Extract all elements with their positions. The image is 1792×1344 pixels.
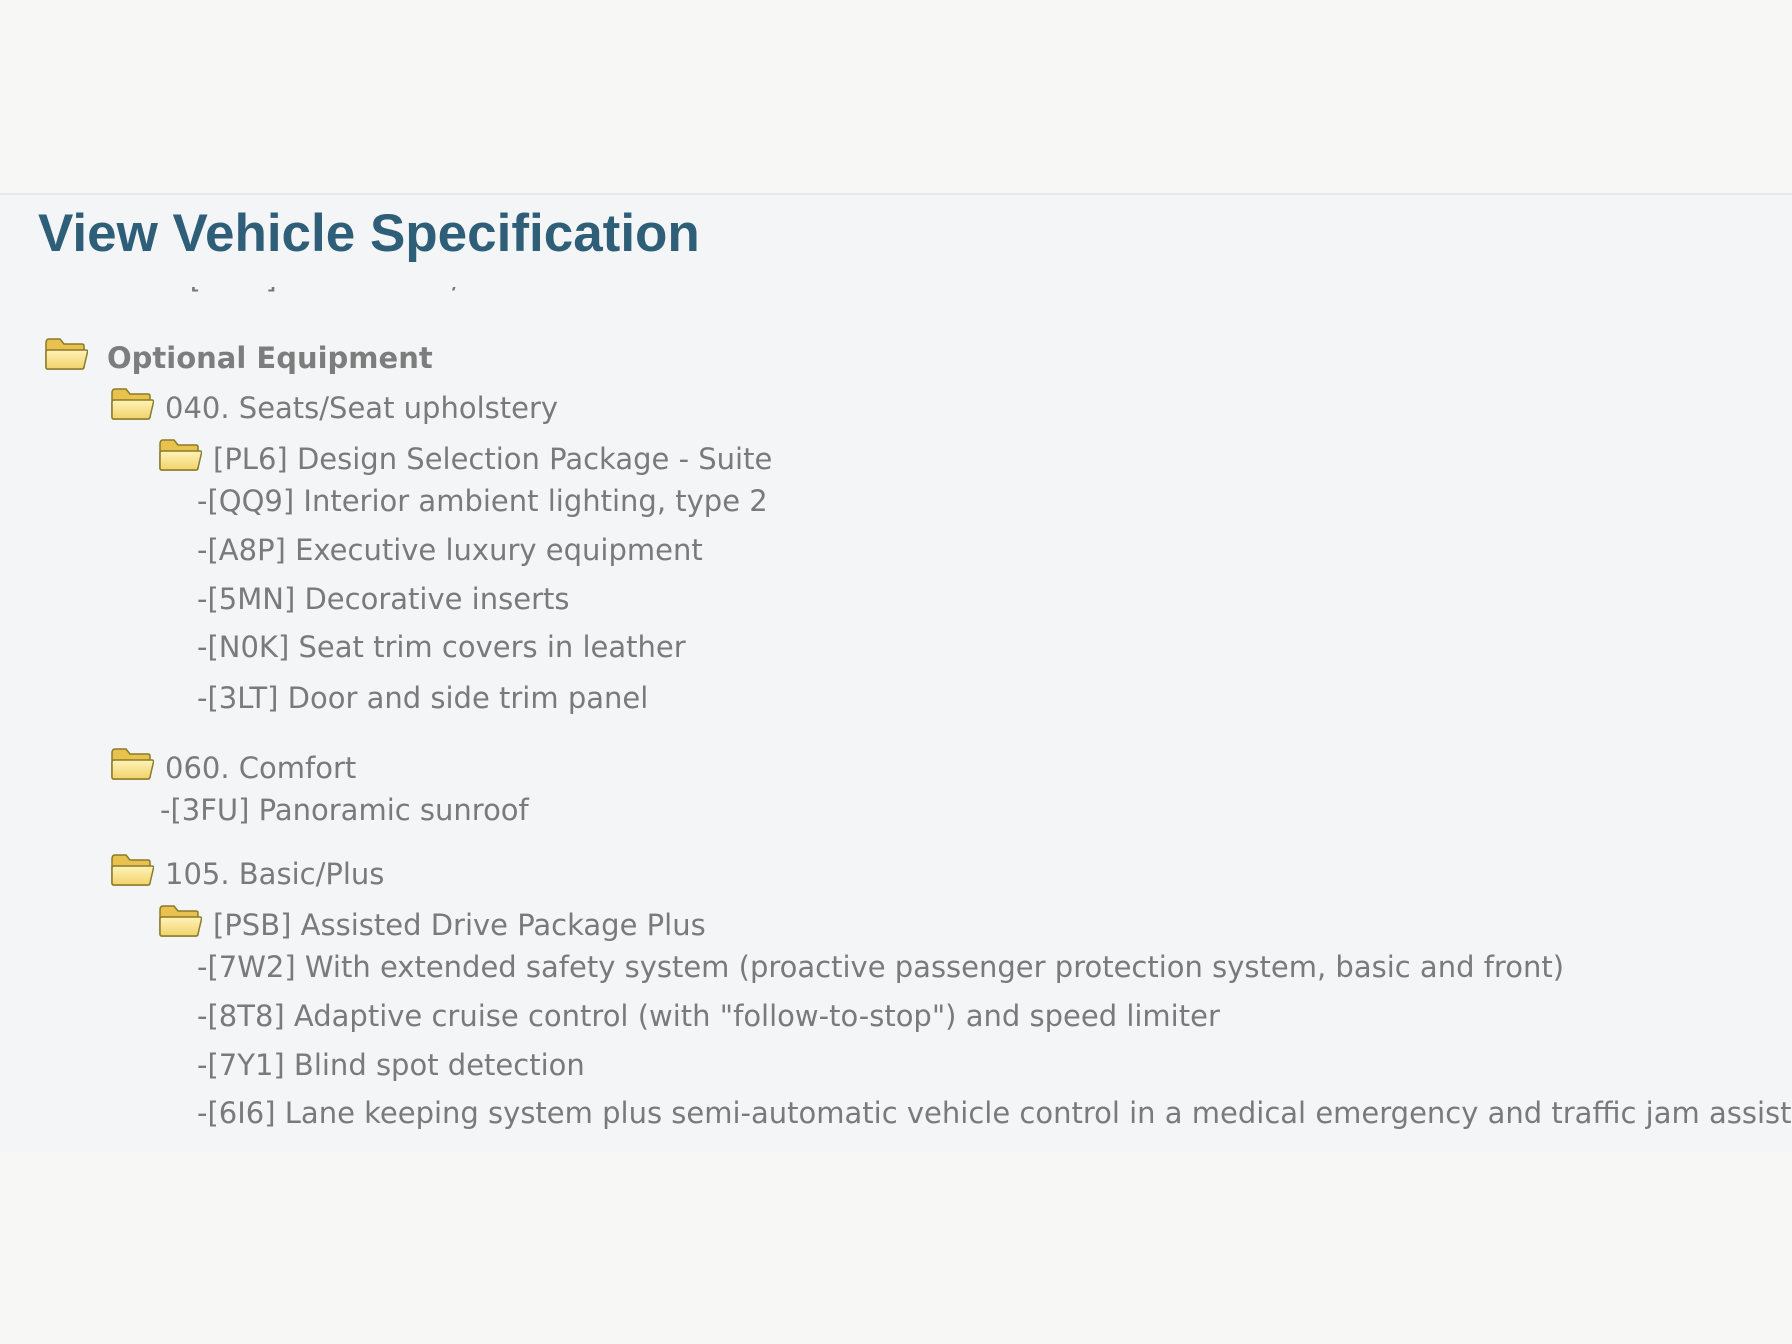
folder-icon <box>158 436 202 472</box>
list-item: -[7W2] With extended safety system (proa… <box>197 950 1565 984</box>
list-item: -[8T8] Adaptive cruise control (with "fo… <box>197 999 1220 1033</box>
specification-panel: View Vehicle Specification - [ · · · ] ·… <box>0 195 1792 1152</box>
group-label: 060. Comfort <box>165 751 357 785</box>
partial-list-item: - [ · · · ] · · · · · · · · · / <box>170 287 490 297</box>
group-label: 040. Seats/Seat upholstery <box>165 391 559 425</box>
list-item: -[3LT] Door and side trim panel <box>197 681 649 715</box>
folder-icon <box>110 851 154 887</box>
package-label: [PL6] Design Selection Package - Suite <box>213 442 773 476</box>
top-band <box>0 0 1792 193</box>
folder-icon <box>158 902 202 938</box>
group-label: 105. Basic/Plus <box>165 857 385 891</box>
section-label: Optional Equipment <box>107 341 433 375</box>
folder-icon <box>44 335 88 371</box>
folder-icon <box>110 385 154 421</box>
list-item: -[7Y1] Blind spot detection <box>197 1048 585 1082</box>
list-item: -[A8P] Executive luxury equipment <box>197 533 703 567</box>
list-item: -[QQ9] Interior ambient lighting, type 2 <box>197 484 768 518</box>
package-label: [PSB] Assisted Drive Package Plus <box>213 908 706 942</box>
folder-icon <box>110 745 154 781</box>
bottom-band <box>0 1152 1792 1344</box>
page-title: View Vehicle Specification <box>38 204 700 263</box>
list-item: -[5MN] Decorative inserts <box>197 582 570 616</box>
list-item: -[3FU] Panoramic sunroof <box>160 793 529 827</box>
list-item: -[N0K] Seat trim covers in leather <box>197 630 686 664</box>
list-item: -[6I6] Lane keeping system plus semi-aut… <box>197 1096 1792 1130</box>
